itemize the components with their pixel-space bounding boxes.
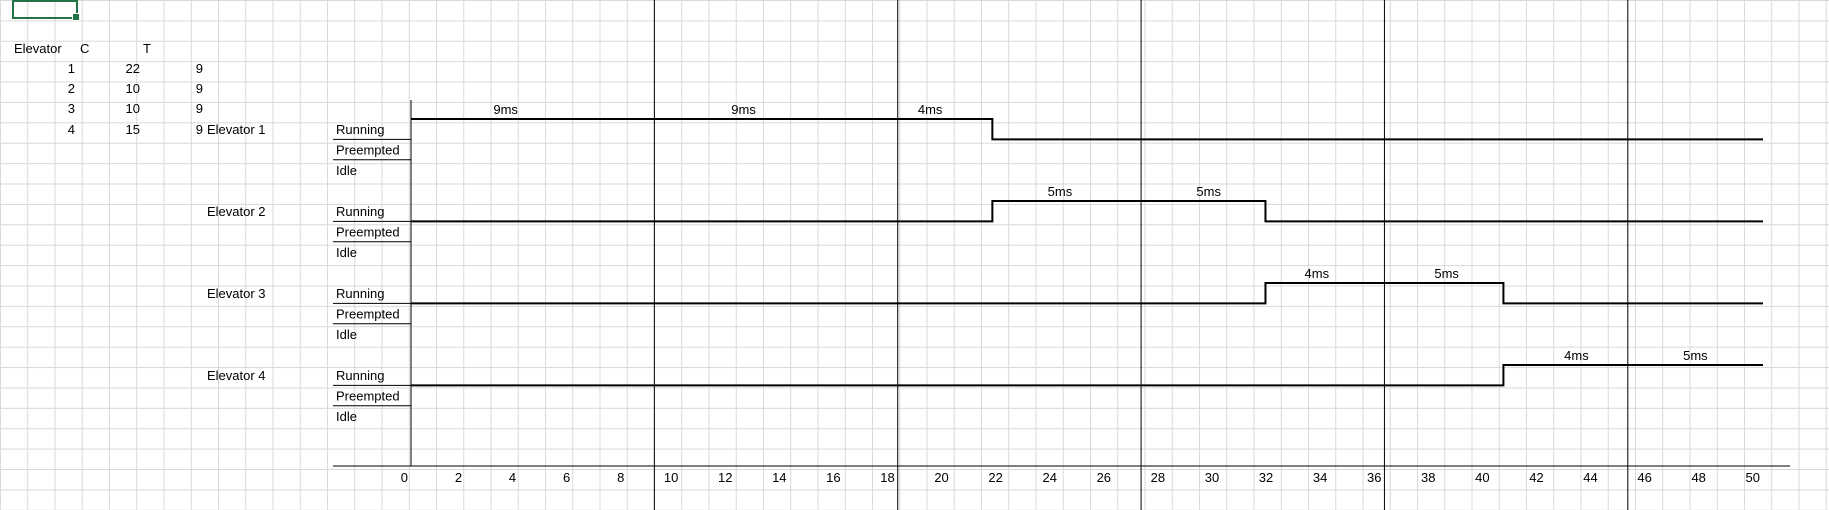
x-tick-label-40[interactable]: 40	[1475, 470, 1489, 485]
duration-label-2-2[interactable]: 5ms	[1196, 184, 1221, 199]
x-tick-label-20[interactable]: 20	[934, 470, 948, 485]
x-tick-label-0[interactable]: 0	[401, 470, 408, 485]
state-label-running-4[interactable]: Running	[336, 368, 384, 383]
duration-label-1-1[interactable]: 9ms	[493, 102, 518, 117]
x-tick-label-50[interactable]: 50	[1746, 470, 1760, 485]
x-tick-label-30[interactable]: 30	[1205, 470, 1219, 485]
waveform-elevator-4	[411, 364, 1763, 387]
duration-label-3-2[interactable]: 5ms	[1434, 266, 1459, 281]
x-tick-label-34[interactable]: 34	[1313, 470, 1327, 485]
state-label-idle-3[interactable]: Idle	[336, 327, 357, 342]
x-tick-label-6[interactable]: 6	[563, 470, 570, 485]
duration-label-1-2[interactable]: 9ms	[731, 102, 756, 117]
x-tick-label-48[interactable]: 48	[1691, 470, 1705, 485]
elevator-label-4[interactable]: Elevator 4	[207, 368, 266, 383]
state-label-running-3[interactable]: Running	[336, 286, 384, 301]
elevator-label-2[interactable]: Elevator 2	[207, 204, 266, 219]
x-tick-label-16[interactable]: 16	[826, 470, 840, 485]
x-tick-label-10[interactable]: 10	[664, 470, 678, 485]
state-label-idle-2[interactable]: Idle	[336, 245, 357, 260]
x-tick-label-44[interactable]: 44	[1583, 470, 1597, 485]
x-tick-label-18[interactable]: 18	[880, 470, 894, 485]
state-label-preempted-1[interactable]: Preempted	[336, 142, 400, 157]
duration-label-2-1[interactable]: 5ms	[1048, 184, 1073, 199]
x-tick-label-22[interactable]: 22	[988, 470, 1002, 485]
waveform-elevator-3	[411, 282, 1763, 305]
x-tick-label-46[interactable]: 46	[1637, 470, 1651, 485]
x-tick-label-42[interactable]: 42	[1529, 470, 1543, 485]
duration-label-4-1[interactable]: 4ms	[1564, 348, 1589, 363]
state-label-running-1[interactable]: Running	[336, 122, 384, 137]
x-tick-label-14[interactable]: 14	[772, 470, 786, 485]
x-tick-label-2[interactable]: 2	[455, 470, 462, 485]
x-tick-label-26[interactable]: 26	[1097, 470, 1111, 485]
timing-diagram: 0 2 4 6 8 10 12 14 16 18 20 22 24 26 28 30 32 34 36 38 40 42 4…	[207, 0, 1790, 510]
x-tick-label-4[interactable]: 4	[509, 470, 516, 485]
elevator-label-3[interactable]: Elevator 3	[207, 286, 266, 301]
x-tick-label-36[interactable]: 36	[1367, 470, 1381, 485]
x-tick-label-28[interactable]: 28	[1151, 470, 1165, 485]
state-label-idle-1[interactable]: Idle	[336, 163, 357, 178]
duration-label-1-3[interactable]: 4ms	[918, 102, 943, 117]
x-tick-label-24[interactable]: 24	[1042, 470, 1056, 485]
x-tick-label-12[interactable]: 12	[718, 470, 732, 485]
x-tick-label-32[interactable]: 32	[1259, 470, 1273, 485]
state-label-preempted-2[interactable]: Preempted	[336, 224, 400, 239]
duration-label-3-1[interactable]: 4ms	[1305, 266, 1330, 281]
state-label-running-2[interactable]: Running	[336, 204, 384, 219]
duration-label-4-2[interactable]: 5ms	[1683, 348, 1708, 363]
waveform-elevator-1	[411, 118, 1763, 141]
x-tick-label-8[interactable]: 8	[617, 470, 624, 485]
state-label-preempted-3[interactable]: Preempted	[336, 306, 400, 321]
elevator-label-1[interactable]: Elevator 1	[207, 122, 266, 137]
waveform-elevator-2	[411, 200, 1763, 223]
x-tick-label-38[interactable]: 38	[1421, 470, 1435, 485]
state-label-preempted-4[interactable]: Preempted	[336, 388, 400, 403]
state-label-idle-4[interactable]: Idle	[336, 409, 357, 424]
